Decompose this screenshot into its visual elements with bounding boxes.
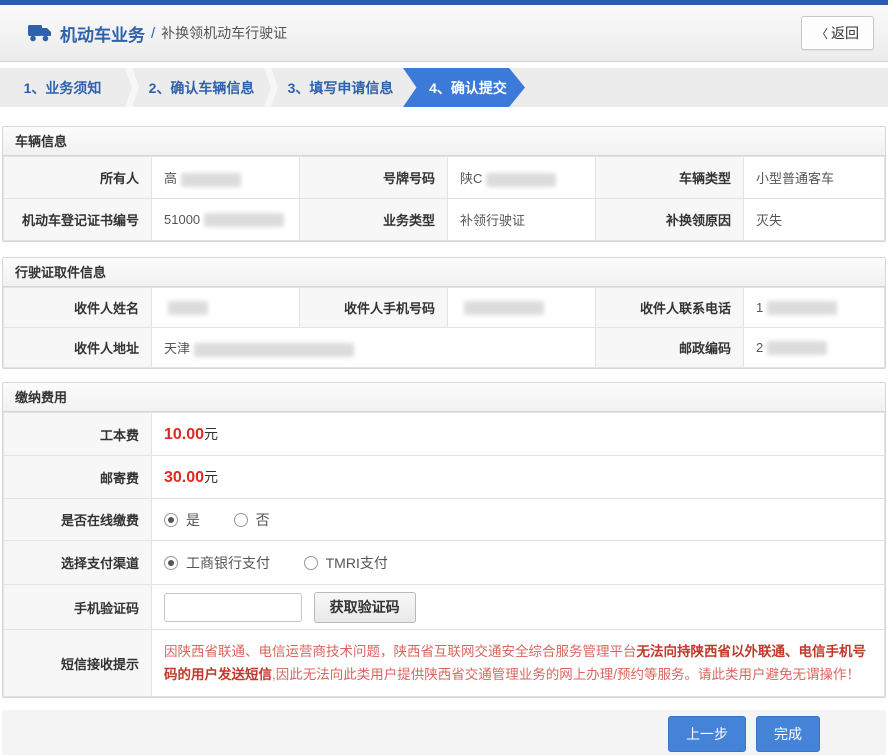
- icbc-pay-radio[interactable]: [164, 556, 178, 570]
- back-button-label: 返回: [831, 25, 859, 41]
- notice-segment: 因陕西省联通、电信运营商技术问题，陕西省互联网交通安全综合服务管理平台: [164, 644, 637, 659]
- sms-code-field-cell: 获取验证码: [152, 585, 885, 630]
- online-pay-label: 是否在线缴费: [4, 499, 152, 541]
- table-row: 机动车登记证书编号 51000 业务类型 补领行驶证 补换领原因 灭失: [4, 199, 885, 241]
- production-fee-label: 工本费: [4, 413, 152, 456]
- vehicle-type-value: 小型普通客车: [744, 157, 885, 199]
- back-button[interactable]: 〈返回: [801, 16, 874, 50]
- step-progress-bar: 1、业务须知 2、确认车辆信息 3、填写申请信息 4、确认提交: [0, 68, 888, 107]
- owner-label: 所有人: [4, 157, 152, 199]
- fee-amount: 30.00: [164, 469, 204, 486]
- truck-icon: [28, 25, 52, 42]
- page-subtitle: 补换领机动车行驶证: [161, 23, 287, 43]
- page-title: 机动车业务: [60, 21, 145, 46]
- fee-amount: 10.00: [164, 426, 204, 443]
- recipient-address-label: 收件人地址: [4, 328, 152, 368]
- recipient-mobile-label: 收件人手机号码: [300, 288, 448, 328]
- online-pay-yes-radio[interactable]: [164, 513, 178, 527]
- recipient-phone-label: 收件人联系电话: [596, 288, 744, 328]
- plate-number-value: 陕C: [448, 157, 596, 199]
- postal-code-value: 2: [744, 328, 885, 368]
- vehicle-type-label: 车辆类型: [596, 157, 744, 199]
- notice-segment: ,因此无法向此类用户提供陕西省交通管理业务的网上办理/预约等服务。请此类用户避免…: [272, 667, 860, 682]
- sms-notice-text: 因陕西省联通、电信运营商技术问题，陕西省互联网交通安全综合服务管理平台无法向持陕…: [152, 630, 885, 697]
- table-row: 工本费 10.00元: [4, 413, 885, 456]
- fee-unit: 元: [204, 469, 218, 485]
- previous-step-button[interactable]: 上一步: [668, 716, 746, 752]
- pickup-info-table: 收件人姓名 收件人手机号码 收件人联系电话 1 收件人地址 天津 邮政编码 2: [3, 287, 885, 368]
- vehicle-info-table: 所有人 高 号牌号码 陕C 车辆类型 小型普通客车 机动车登记证书编号 5100…: [3, 156, 885, 241]
- finish-button[interactable]: 完成: [756, 716, 820, 752]
- replace-reason-label: 补换领原因: [596, 199, 744, 241]
- table-row: 选择支付渠道 工商银行支付 TMRI支付: [4, 541, 885, 585]
- back-chevron-icon: 〈: [816, 27, 828, 41]
- registration-cert-number-value: 51000: [152, 199, 300, 241]
- recipient-phone-value: 1: [744, 288, 885, 328]
- payment-table: 工本费 10.00元 邮寄费 30.00元 是否在线缴费 是 否 选择支付渠道 …: [3, 412, 885, 697]
- fee-unit: 元: [204, 426, 218, 442]
- payment-channel-label: 选择支付渠道: [4, 541, 152, 585]
- pickup-info-section-title: 行驶证取件信息: [3, 258, 885, 287]
- recipient-name-value: [152, 288, 300, 328]
- redacted-blur: [767, 301, 837, 315]
- registration-cert-number-label: 机动车登记证书编号: [4, 199, 152, 241]
- sms-code-input[interactable]: [164, 593, 302, 622]
- page-header: 机动车业务 / 补换领机动车行驶证 〈返回: [0, 5, 888, 62]
- recipient-mobile-value: [448, 288, 596, 328]
- business-type-label: 业务类型: [300, 199, 448, 241]
- redacted-blur: [486, 173, 556, 187]
- step-separator-icon: [125, 68, 139, 107]
- online-pay-yes-label[interactable]: 是: [186, 512, 200, 528]
- get-sms-code-button[interactable]: 获取验证码: [314, 592, 416, 623]
- step-separator-icon: [264, 68, 278, 107]
- footer-action-bar: 上一步 完成: [2, 710, 886, 755]
- table-row: 是否在线缴费 是 否: [4, 499, 885, 541]
- step-2-confirm-vehicle: 2、确认车辆信息: [139, 68, 264, 107]
- business-type-value: 补领行驶证: [448, 199, 596, 241]
- step-3-fill-application: 3、填写申请信息: [278, 68, 403, 107]
- replace-reason-value: 灭失: [744, 199, 885, 241]
- table-row: 手机验证码 获取验证码: [4, 585, 885, 630]
- payment-section-title: 缴纳费用: [3, 383, 885, 412]
- step-4-confirm-submit: 4、确认提交: [403, 68, 525, 107]
- recipient-name-label: 收件人姓名: [4, 288, 152, 328]
- redacted-blur: [181, 173, 241, 187]
- online-pay-no-label[interactable]: 否: [256, 512, 270, 528]
- postage-fee-value: 30.00元: [152, 456, 885, 499]
- production-fee-value: 10.00元: [152, 413, 885, 456]
- plate-number-label: 号牌号码: [300, 157, 448, 199]
- online-pay-options: 是 否: [152, 499, 885, 541]
- postage-fee-label: 邮寄费: [4, 456, 152, 499]
- payment-channel-options: 工商银行支付 TMRI支付: [152, 541, 885, 585]
- redacted-blur: [194, 343, 354, 357]
- table-row: 短信接收提示 因陕西省联通、电信运营商技术问题，陕西省互联网交通安全综合服务管理…: [4, 630, 885, 697]
- recipient-address-value: 天津: [152, 328, 596, 368]
- postal-code-label: 邮政编码: [596, 328, 744, 368]
- online-pay-no-radio[interactable]: [234, 513, 248, 527]
- sms-notice-label: 短信接收提示: [4, 630, 152, 697]
- breadcrumb-separator: /: [151, 25, 155, 42]
- tmri-pay-radio[interactable]: [304, 556, 318, 570]
- table-row: 邮寄费 30.00元: [4, 456, 885, 499]
- owner-value: 高: [152, 157, 300, 199]
- sms-code-label: 手机验证码: [4, 585, 152, 630]
- table-row: 收件人姓名 收件人手机号码 收件人联系电话 1: [4, 288, 885, 328]
- icbc-pay-label[interactable]: 工商银行支付: [186, 555, 270, 571]
- redacted-blur: [204, 213, 284, 227]
- pickup-info-section: 行驶证取件信息 收件人姓名 收件人手机号码 收件人联系电话 1 收件人地址 天津…: [2, 257, 886, 369]
- table-row: 所有人 高 号牌号码 陕C 车辆类型 小型普通客车: [4, 157, 885, 199]
- table-row: 收件人地址 天津 邮政编码 2: [4, 328, 885, 368]
- redacted-blur: [168, 301, 208, 315]
- vehicle-info-section: 车辆信息 所有人 高 号牌号码 陕C 车辆类型 小型普通客车 机动车登记证书编号…: [2, 126, 886, 242]
- redacted-blur: [767, 341, 827, 355]
- payment-section: 缴纳费用 工本费 10.00元 邮寄费 30.00元 是否在线缴费 是 否 选择…: [2, 382, 886, 698]
- step-1-notice: 1、业务须知: [0, 68, 125, 107]
- vehicle-info-section-title: 车辆信息: [3, 127, 885, 156]
- redacted-blur: [464, 301, 544, 315]
- tmri-pay-label[interactable]: TMRI支付: [326, 555, 388, 571]
